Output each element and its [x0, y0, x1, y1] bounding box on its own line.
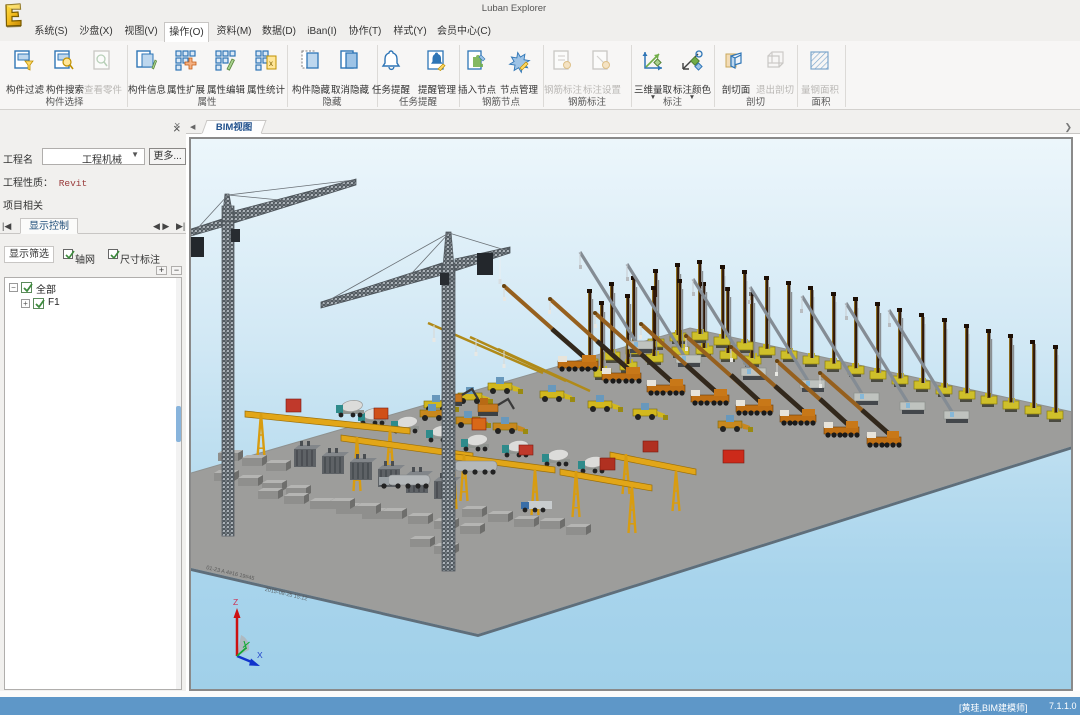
- svg-text:Z: Z: [233, 597, 238, 607]
- svg-text:X: X: [257, 650, 263, 660]
- svg-text:x: x: [269, 59, 273, 68]
